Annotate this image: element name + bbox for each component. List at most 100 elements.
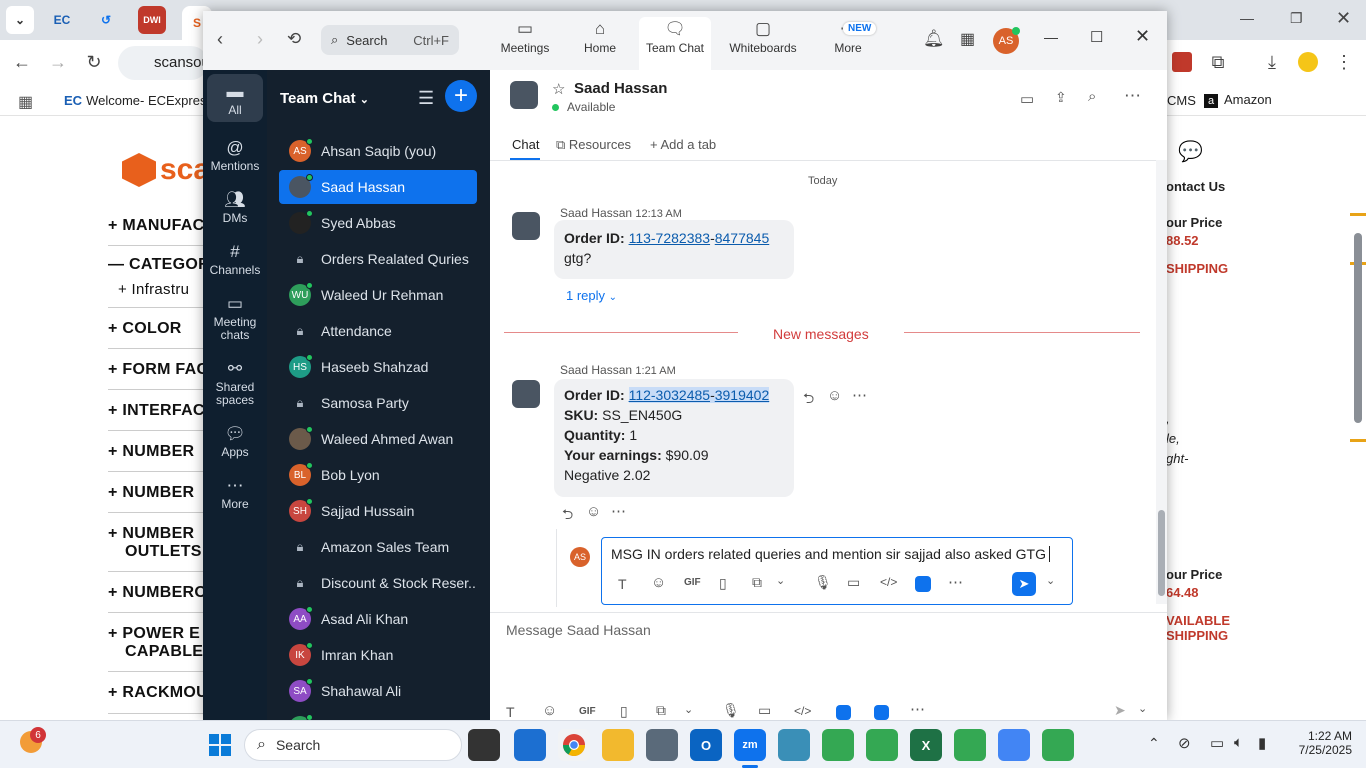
maximize-icon[interactable]: ☐ (1090, 28, 1103, 46)
order-link-b[interactable]: 8477845 (715, 230, 770, 246)
contact-list-item[interactable]: 🔒︎ Orders Realated Quries (279, 242, 477, 276)
browser-menu-icon[interactable]: ⋮ (1330, 48, 1358, 76)
more-actions-icon[interactable]: ⋯ (852, 386, 867, 404)
rail-all[interactable]: ▬ All (207, 74, 263, 122)
task-view-icon[interactable] (468, 729, 500, 761)
gif-button[interactable]: GIF (684, 577, 701, 588)
emoji-react-icon[interactable]: ☺ (586, 503, 601, 520)
chrome-icon[interactable] (558, 729, 590, 761)
forward-icon[interactable]: → (44, 48, 72, 76)
microphone-icon[interactable]: 🎙︎ (814, 574, 832, 591)
filter-form-factor[interactable]: + FORM FAC (108, 361, 208, 379)
more-options-icon[interactable]: ⋯ (1124, 86, 1141, 106)
taskbar-search[interactable]: ⌕ Search (244, 729, 462, 761)
contact-name[interactable]: Saad Hassan (574, 80, 667, 97)
contact-list-item[interactable]: AS Ahsan Saqib (you) (279, 134, 477, 168)
bookmark-welcome[interactable]: EC Welcome- ECExpres... (64, 93, 217, 108)
chrome-profile-icon[interactable] (998, 729, 1030, 761)
profile-avatar[interactable] (1298, 52, 1318, 72)
video-call-icon[interactable]: ▭ (1020, 90, 1034, 108)
search-icon[interactable]: ⌕ (1088, 88, 1096, 105)
nav-team-chat[interactable]: 🗨 Team Chat (639, 17, 711, 70)
extensions-icon[interactable]: ⧉ (1204, 48, 1232, 76)
nav-meetings[interactable]: ▭ Meetings (489, 17, 561, 65)
send-options-chevron-icon[interactable]: ⌄ (1138, 702, 1147, 715)
store-icon[interactable] (514, 729, 546, 761)
zoom-taskbar-icon[interactable]: zm (734, 729, 766, 761)
screenshot-icon[interactable]: ⧉ (656, 702, 666, 719)
filter-rackmount[interactable]: + RACKMOU (108, 684, 208, 702)
filter-number-1[interactable]: + NUMBER (108, 443, 194, 461)
filter-category[interactable]: — CATEGOR (108, 256, 210, 274)
send-button[interactable]: ➤ (1012, 572, 1036, 596)
contact-list-item[interactable]: Syed Abbas (279, 206, 477, 240)
reload-icon[interactable]: ↻ (80, 48, 108, 76)
order-link-a[interactable]: 112-3032485 (628, 387, 711, 403)
filter-interface[interactable]: + INTERFAC (108, 402, 205, 420)
contact-list-item[interactable]: Saad Hassan (279, 170, 477, 204)
search-input[interactable]: ⌕ Search Ctrl+F (321, 25, 459, 55)
file-icon[interactable]: ▯ (620, 703, 628, 720)
tab-chat[interactable]: Chat (512, 137, 539, 152)
emoji-icon[interactable]: ☺ (542, 702, 557, 719)
reply-icon[interactable]: ⮌ (803, 388, 814, 412)
forward-icon[interactable]: › (257, 29, 263, 50)
browser-tab-ec[interactable]: EC (48, 6, 76, 34)
address-bar[interactable]: scansou (118, 46, 210, 80)
text-format-icon[interactable]: T (506, 704, 515, 720)
filter-number-2[interactable]: + NUMBER (108, 484, 194, 502)
message-bubble[interactable]: Order ID: 112-3032485-3919402 SKU: SS_EN… (554, 379, 794, 497)
reply-composer[interactable]: MSG IN orders related queries and mentio… (601, 537, 1073, 605)
reply-input[interactable]: MSG IN orders related queries and mentio… (611, 546, 1054, 562)
contact-list-item[interactable]: Waleed Ahmed Awan (279, 422, 477, 456)
bell-icon[interactable]: 🔔︎ (923, 29, 945, 49)
send-options-chevron-icon[interactable]: ⌄ (1046, 574, 1055, 587)
filter-color[interactable]: + COLOR (108, 320, 182, 338)
filter-manufacturer[interactable]: + MANUFAC (108, 217, 204, 235)
contact-list-item[interactable]: WU Waleed Ur Rehman (279, 278, 477, 312)
order-link-b[interactable]: 3919402 (714, 387, 770, 403)
browser-close-icon[interactable]: ✕ (1336, 8, 1351, 29)
browser-restore-icon[interactable]: ❐ (1290, 10, 1303, 27)
filter-number-outlets[interactable]: + NUMBER (108, 525, 194, 543)
file-icon[interactable]: ▯ (719, 575, 727, 592)
new-chat-button[interactable]: + (445, 80, 477, 112)
calendar-icon[interactable]: ▦ (960, 29, 975, 49)
filter-power[interactable]: + POWER E (108, 625, 200, 643)
message-composer-input[interactable]: Message Saad Hassan (506, 622, 651, 638)
order-link-a[interactable]: 113-7282383 (629, 230, 710, 246)
contact-list-item[interactable]: HS Haseeb Shahzad (279, 350, 477, 384)
bookmark-amazon[interactable]: a Amazon (1204, 92, 1272, 108)
rail-shared-spaces[interactable]: ⚯ Shared spaces (207, 357, 263, 407)
contact-list-item[interactable]: AA Asad Ali Khan (279, 602, 477, 636)
contact-list-item[interactable]: 🔒︎ Discount & Stock Reser... (279, 566, 477, 600)
chrome-profile-icon[interactable] (954, 729, 986, 761)
display-icon[interactable]: ▭ (1210, 734, 1224, 752)
chat-list-title[interactable]: Team Chat ⌄ (280, 90, 369, 107)
star-icon[interactable]: ☆ (552, 80, 565, 98)
nav-whiteboards[interactable]: ▢ Whiteboards (727, 17, 799, 65)
contact-list-item[interactable]: 🔒︎ Amazon Sales Team (279, 530, 477, 564)
code-snippet-icon[interactable]: </> (794, 704, 811, 718)
volume-icon[interactable]: 🔈︎ (1234, 734, 1243, 751)
minimize-icon[interactable]: — (1044, 29, 1058, 45)
rail-dms[interactable]: 👥︎ DMs (207, 188, 263, 225)
chevron-down-icon[interactable]: ⌄ (776, 574, 785, 587)
chevron-up-icon[interactable]: ⌃ (1148, 735, 1160, 752)
nav-home[interactable]: ⌂ Home (564, 17, 636, 65)
contact-list-item[interactable]: BL Bob Lyon (279, 458, 477, 492)
browser-tab-zoom[interactable]: ↺ (92, 6, 120, 34)
close-icon[interactable]: ✕ (1135, 26, 1150, 47)
code-snippet-icon[interactable]: </> (880, 575, 897, 589)
calculator-icon[interactable] (646, 729, 678, 761)
app-icon[interactable] (778, 729, 810, 761)
contact-list-item[interactable]: SH Sajjad Hussain (279, 494, 477, 528)
pdf-extension-icon[interactable] (1172, 52, 1192, 72)
contact-list-item[interactable]: SA Shahawal Ali (279, 674, 477, 708)
outlook-icon[interactable]: O (690, 729, 722, 761)
filter-infrastructure[interactable]: + Infrastru (118, 281, 189, 298)
back-icon[interactable]: ← (8, 48, 36, 76)
share-screen-icon[interactable]: ⇪ (1055, 89, 1067, 106)
chrome-profile-icon[interactable] (866, 729, 898, 761)
page-scrollbar[interactable] (1354, 233, 1362, 423)
